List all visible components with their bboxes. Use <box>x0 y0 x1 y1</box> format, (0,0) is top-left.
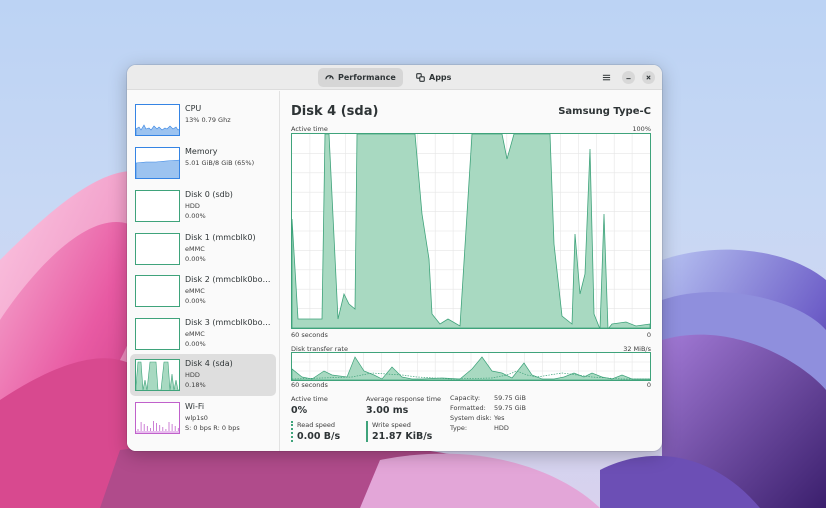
read-speed-indicator <box>291 421 293 442</box>
sidebar-item-type: eMMC <box>185 287 205 295</box>
write-speed-label: Write speed <box>372 421 411 429</box>
active-time-x-left: 60 seconds <box>291 331 328 339</box>
sidebar-item-disk-2[interactable]: Disk 2 (mmcblk0bo… eMMC 0.00% <box>130 270 276 312</box>
minimize-icon <box>626 78 631 80</box>
transfer-x-left: 60 seconds <box>291 381 328 389</box>
write-speed-indicator <box>366 421 368 442</box>
sidebar-item-interface: wlp1s0 <box>185 414 208 422</box>
sidebar-item-name: Memory <box>185 147 218 156</box>
sidebar-item-usage: 0.00% <box>185 340 206 348</box>
sidebar-item-usage: 0.00% <box>185 212 206 220</box>
gauge-icon <box>325 75 334 80</box>
sidebar-item-name: Disk 4 (sda) <box>185 359 233 368</box>
close-icon <box>646 75 651 80</box>
sidebar-item-name: Disk 1 (mmcblk0) <box>185 233 256 242</box>
sidebar-item-name: CPU <box>185 104 202 113</box>
sidebar-item-type: eMMC <box>185 245 205 253</box>
tab-performance[interactable]: Performance <box>318 68 403 87</box>
header-bar: Performance Apps <box>127 65 662 90</box>
active-time-value: 0% <box>291 405 308 416</box>
sidebar-item-memory[interactable]: Memory 5.01 GiB/8 GiB (65%) <box>130 142 276 184</box>
avg-response-label: Average response time <box>366 395 442 403</box>
disk-model: Samsung Type-C <box>558 106 651 117</box>
disk-thumbnail-graph <box>135 233 180 265</box>
detail-value: Yes <box>494 414 505 422</box>
disk-thumbnail-graph <box>135 318 180 350</box>
sidebar-item-type: HDD <box>185 371 200 379</box>
sidebar-item-disk-1[interactable]: Disk 1 (mmcblk0) eMMC 0.00% <box>130 228 276 270</box>
detail-value: 59.75 GiB <box>494 394 526 402</box>
sidebar-item-usage: 0.18% <box>185 381 206 389</box>
write-speed-value: 21.87 KiB/s <box>372 431 433 442</box>
detail-key: Type: <box>450 424 468 432</box>
tab-performance-label: Performance <box>338 73 396 82</box>
sidebar-item-name: Wi-Fi <box>185 402 205 411</box>
tab-apps[interactable]: Apps <box>409 68 458 87</box>
sidebar-item-name: Disk 3 (mmcblk0bo… <box>185 318 271 327</box>
sidebar-item-disk-3[interactable]: Disk 3 (mmcblk0bo… eMMC 0.00% <box>130 313 276 355</box>
sidebar-item-usage: 0.00% <box>185 297 206 305</box>
avg-response-value: 3.00 ms <box>366 405 409 416</box>
read-speed-value: 0.00 B/s <box>297 431 341 442</box>
disk-thumbnail-graph <box>135 275 180 307</box>
sidebar-item-throughput: S: 0 bps R: 0 bps <box>185 424 240 432</box>
active-time-x-right: 0 <box>646 331 651 339</box>
transfer-x-right: 0 <box>646 381 651 389</box>
disk-thumbnail-graph <box>135 190 180 222</box>
page-title: Disk 4 (sda) <box>291 104 379 119</box>
disk-detail-panel: Disk 4 (sda) Samsung Type-C Active time … <box>281 91 662 451</box>
transfer-rate-graph <box>291 352 651 381</box>
sidebar-item-type: eMMC <box>185 330 205 338</box>
active-time-graph <box>291 133 651 329</box>
active-time-graph-label: Active time <box>291 125 328 133</box>
detail-key: Formatted: <box>450 404 486 412</box>
detail-value: 59.75 GiB <box>494 404 526 412</box>
system-monitor-window: Performance Apps CPU 13% 0.79 Ghz Memory… <box>127 65 662 451</box>
sidebar: CPU 13% 0.79 Ghz Memory 5.01 GiB/8 GiB (… <box>127 91 280 451</box>
sidebar-item-usage: 0.00% <box>185 255 206 263</box>
detail-key: System disk: <box>450 414 492 422</box>
sidebar-item-detail: 5.01 GiB/8 GiB (65%) <box>185 159 255 167</box>
active-time-max-label: 100% <box>632 125 651 133</box>
detail-value: HDD <box>494 424 509 432</box>
active-time-label: Active time <box>291 395 328 403</box>
cpu-thumbnail-graph <box>135 104 180 136</box>
disk-thumbnail-graph <box>135 359 180 391</box>
sidebar-item-type: HDD <box>185 202 200 210</box>
wifi-thumbnail-graph <box>135 402 180 434</box>
hamburger-menu-icon <box>602 74 611 81</box>
minimize-button[interactable] <box>622 71 635 84</box>
read-speed-label: Read speed <box>297 421 336 429</box>
tab-apps-label: Apps <box>429 73 452 82</box>
sidebar-item-name: Disk 0 (sdb) <box>185 190 233 199</box>
sidebar-item-disk-4[interactable]: Disk 4 (sda) HDD 0.18% <box>130 354 276 396</box>
sidebar-item-cpu[interactable]: CPU 13% 0.79 Ghz <box>130 99 276 141</box>
detail-key: Capacity: <box>450 394 481 402</box>
close-button[interactable] <box>642 71 655 84</box>
sidebar-item-wifi[interactable]: Wi-Fi wlp1s0 S: 0 bps R: 0 bps <box>130 397 276 439</box>
apps-icon <box>416 73 425 82</box>
memory-thumbnail-graph <box>135 147 180 179</box>
sidebar-item-detail: 13% 0.79 Ghz <box>185 116 231 124</box>
main-menu-button[interactable] <box>600 71 613 84</box>
sidebar-item-disk-0[interactable]: Disk 0 (sdb) HDD 0.00% <box>130 185 276 227</box>
sidebar-item-name: Disk 2 (mmcblk0bo… <box>185 275 271 284</box>
